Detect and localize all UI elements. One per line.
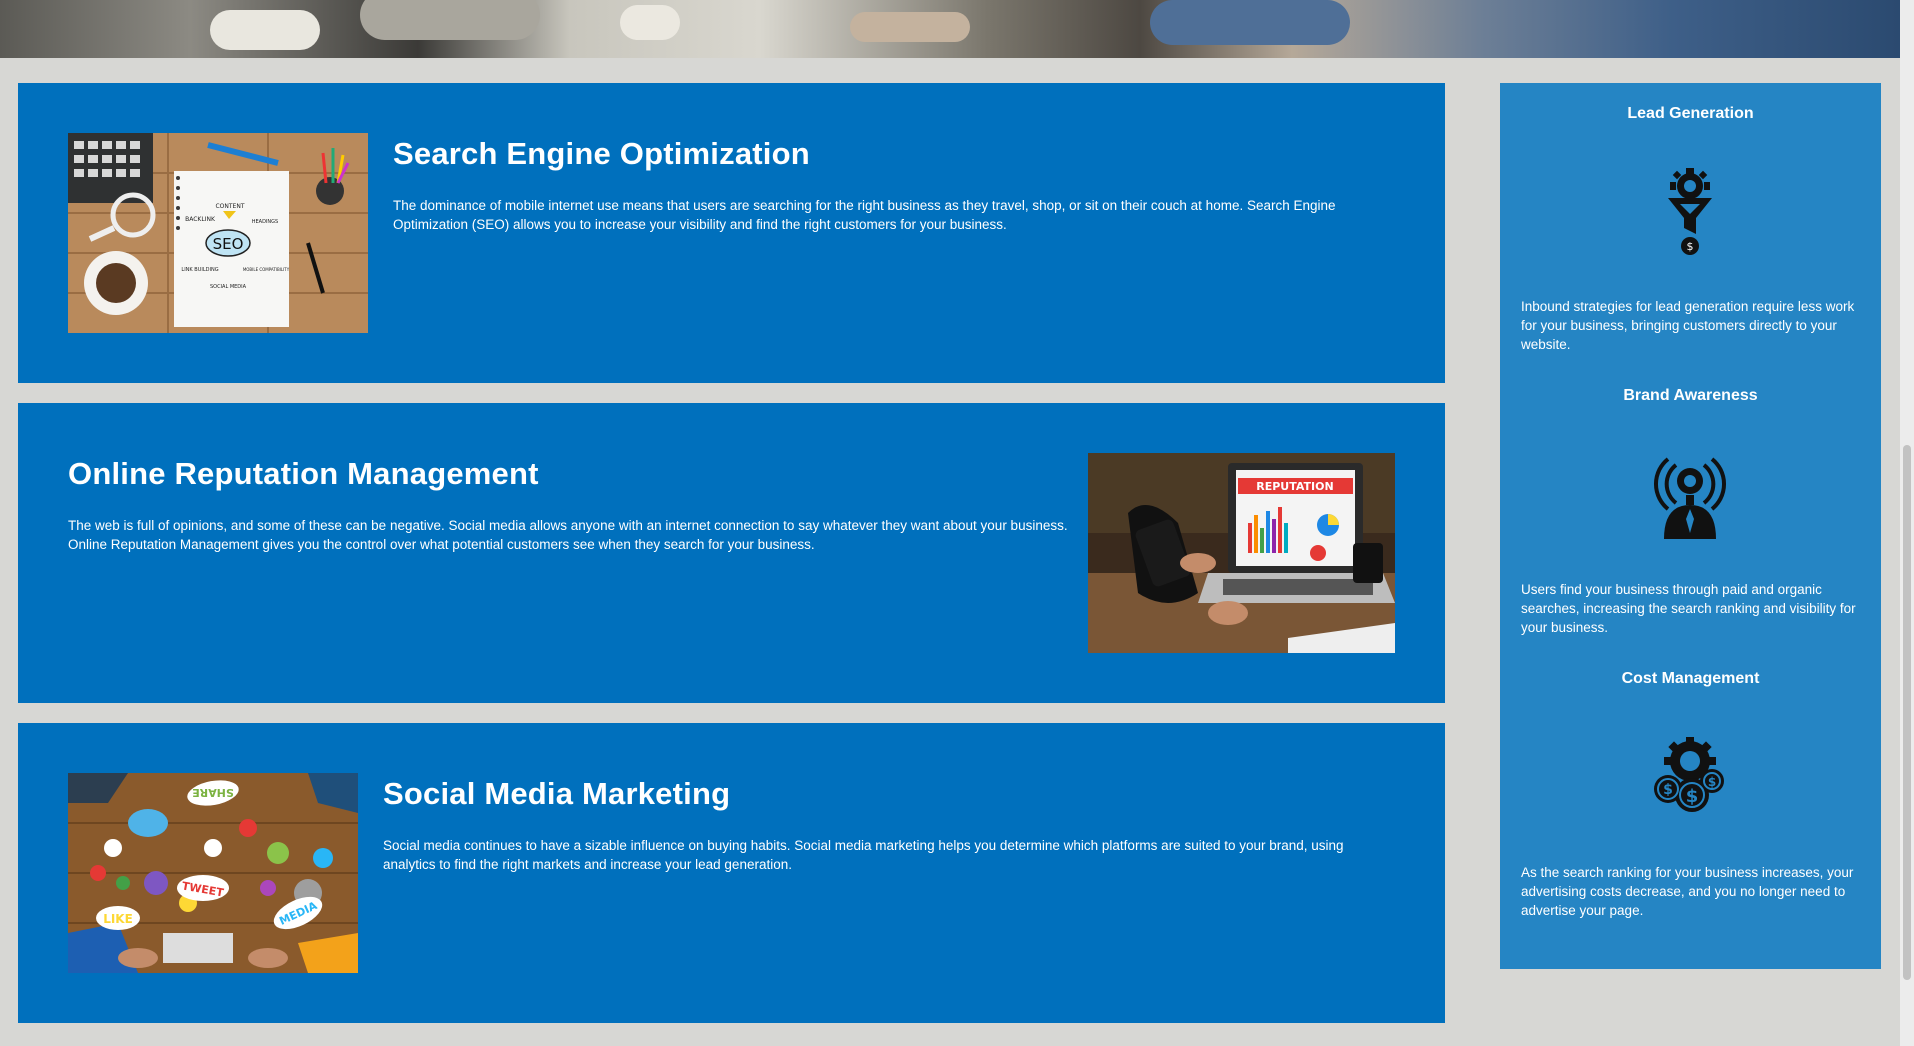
funnel-dollar-icon: $ — [1650, 168, 1730, 258]
benefit-title: Lead Generation — [1627, 105, 1754, 122]
service-title: Online Reputation Management — [68, 456, 539, 491]
svg-text:$: $ — [1663, 782, 1673, 798]
service-description: The dominance of mobile internet use mea… — [393, 198, 1336, 232]
reputation-image-word: REPUTATION — [1256, 480, 1333, 493]
service-description: The web is full of opinions, and some of… — [68, 518, 1068, 552]
service-description: Social media continues to have a sizable… — [383, 838, 1344, 872]
social-image-word: LIKE — [103, 912, 133, 926]
service-card-reputation: Online Reputation Management The web is … — [18, 403, 1445, 703]
benefit-description: Users find your business through paid an… — [1521, 582, 1856, 635]
scrollbar[interactable] — [1900, 0, 1914, 1046]
social-image-word: SHARE — [192, 786, 234, 799]
seo-image-word: SOCIAL MEDIA — [210, 284, 247, 290]
svg-text:$: $ — [1686, 786, 1699, 807]
service-title: Search Engine Optimization — [393, 136, 810, 171]
seo-image-word: SEO — [213, 235, 244, 253]
seo-image-word: LINK BUILDING — [181, 267, 218, 273]
seo-image-word: BACKLINK — [185, 216, 216, 223]
benefit-description: Inbound strategies for lead generation r… — [1521, 299, 1855, 352]
reputation-image: REPUTATION — [1088, 453, 1395, 653]
hero-image — [0, 0, 1900, 58]
service-card-seo: SEO CONTENT BACKLINK HEADINGS LINK BUILD… — [18, 83, 1445, 383]
social-media-image: SHARE TWEET LIKE MEDIA — [68, 773, 358, 973]
service-card-social-media: SHARE TWEET LIKE MEDIA Social Media Mark… — [18, 723, 1445, 1023]
seo-image-word: CONTENT — [215, 203, 244, 210]
svg-text:$: $ — [1687, 240, 1694, 253]
service-title: Social Media Marketing — [383, 776, 731, 811]
benefit-title: Brand Awareness — [1623, 387, 1758, 404]
gear-coins-icon: $ $ $ — [1650, 733, 1730, 823]
benefit-title: Cost Management — [1621, 670, 1760, 687]
seo-image-word: HEADINGS — [252, 219, 278, 225]
lightbulb-person-icon — [1650, 451, 1730, 541]
benefits-sidebar: Lead Generation $ Inbound strategies for… — [1500, 83, 1881, 969]
seo-image-word: MOBILE COMPATIBILITY — [243, 267, 290, 272]
scrollbar-thumb[interactable] — [1903, 445, 1911, 980]
benefit-description: As the search ranking for your business … — [1521, 865, 1854, 918]
svg-text:$: $ — [1708, 775, 1716, 789]
seo-image: SEO CONTENT BACKLINK HEADINGS LINK BUILD… — [68, 133, 368, 333]
